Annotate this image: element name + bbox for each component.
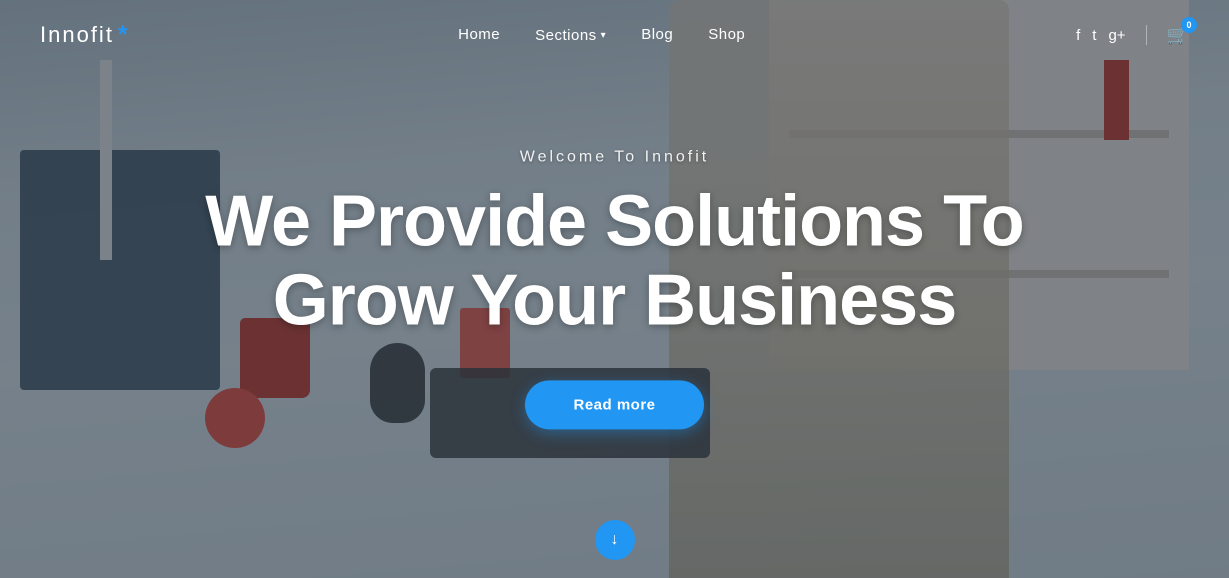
nav-item-blog[interactable]: Blog: [641, 26, 673, 44]
nav-item-home[interactable]: Home: [458, 26, 500, 44]
social-icons: f t g+: [1076, 27, 1125, 44]
twitter-icon[interactable]: t: [1092, 27, 1096, 44]
hero-title: We Provide Solutions To Grow Your Busine…: [165, 182, 1065, 340]
cart-button[interactable]: 🛒 0: [1167, 25, 1189, 46]
logo-text: Innofit: [40, 22, 114, 48]
chevron-down-icon: ▾: [601, 30, 607, 41]
nav-divider: [1146, 25, 1147, 45]
hero-content: Welcome To Innofit We Provide Solutions …: [165, 148, 1065, 429]
read-more-button[interactable]: Read more: [525, 381, 703, 430]
cart-badge: 0: [1181, 17, 1197, 33]
nav-item-sections[interactable]: Sections ▾: [535, 27, 606, 44]
logo-asterisk: *: [118, 21, 127, 49]
nav-link-sections[interactable]: Sections ▾: [535, 27, 606, 44]
navbar: Innofit * Home Sections ▾ Blog Shop: [0, 0, 1229, 70]
hero-title-line1: We Provide Solutions To: [205, 181, 1023, 261]
nav-item-shop[interactable]: Shop: [708, 26, 745, 44]
scroll-arrow-icon: ↓: [611, 532, 619, 548]
logo[interactable]: Innofit *: [40, 21, 127, 49]
facebook-icon[interactable]: f: [1076, 27, 1080, 44]
nav-links: Home Sections ▾ Blog Shop: [458, 26, 745, 44]
hero-title-line2: Grow Your Business: [273, 261, 957, 341]
scroll-indicator-button[interactable]: ↓: [595, 520, 635, 560]
hero-subtitle: Welcome To Innofit: [165, 148, 1065, 166]
nav-link-blog[interactable]: Blog: [641, 26, 673, 43]
nav-link-home[interactable]: Home: [458, 26, 500, 43]
nav-right: f t g+ 🛒 0: [1076, 25, 1189, 46]
google-plus-icon[interactable]: g+: [1108, 27, 1125, 44]
nav-link-shop[interactable]: Shop: [708, 26, 745, 43]
hero-section: Innofit * Home Sections ▾ Blog Shop: [0, 0, 1229, 578]
